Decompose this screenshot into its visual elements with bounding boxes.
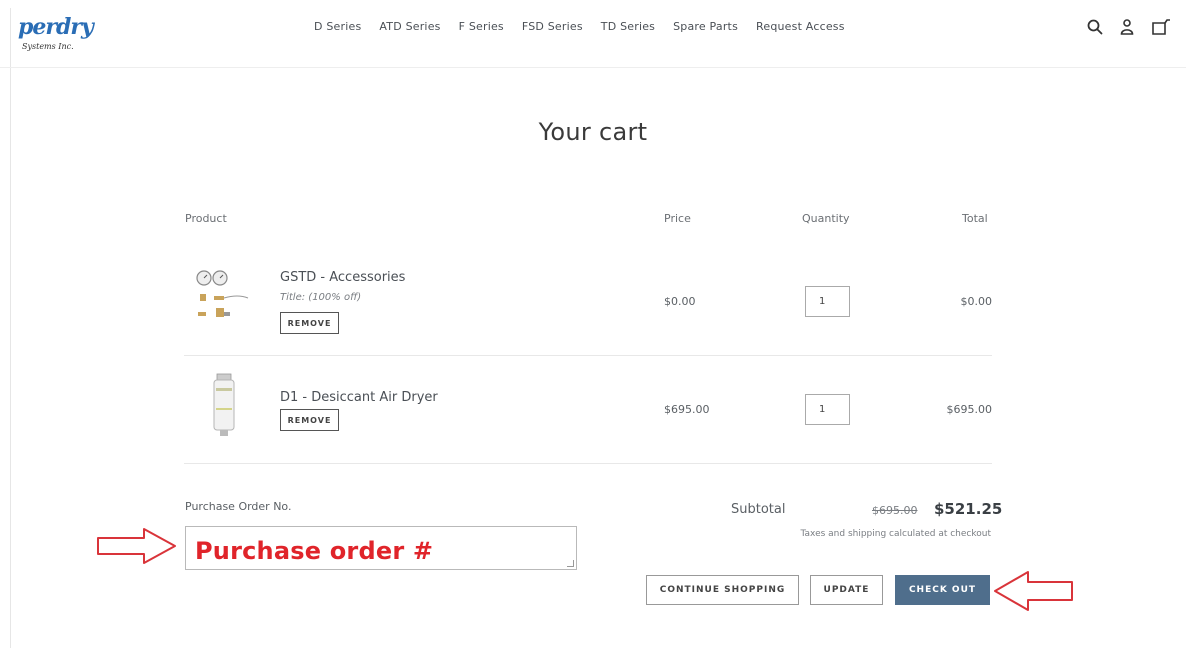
header-icons: [1086, 18, 1172, 36]
continue-shopping-button[interactable]: CONTINUE SHOPPING: [646, 575, 799, 605]
subtotal-label: Subtotal: [731, 502, 786, 517]
site-header: perdry Systems Inc. D Series ATD Series …: [0, 0, 1186, 68]
purchase-order-label: Purchase Order No.: [185, 500, 292, 513]
page-title: Your cart: [538, 118, 648, 146]
nav-item-d-series[interactable]: D Series: [314, 20, 361, 33]
cart-row: D1 - Desiccant Air Dryer REMOVE $695.00 …: [184, 356, 992, 464]
main-nav: D Series ATD Series F Series FSD Series …: [314, 20, 845, 33]
cart-icon[interactable]: [1150, 18, 1172, 36]
nav-item-f-series[interactable]: F Series: [459, 20, 504, 33]
quantity-input[interactable]: 1: [805, 394, 850, 425]
update-button[interactable]: UPDATE: [810, 575, 883, 605]
annotation-arrow-left-icon: [994, 571, 1073, 611]
product-name[interactable]: GSTD - Accessories: [280, 270, 405, 285]
column-header-price: Price: [664, 212, 691, 225]
annotation-arrow-right-icon: [97, 528, 176, 564]
product-variant: Title: (100% off): [280, 292, 362, 303]
nav-item-atd-series[interactable]: ATD Series: [379, 20, 440, 33]
nav-item-request-access[interactable]: Request Access: [756, 20, 845, 33]
cart-row: GSTD - Accessories Title: (100% off) REM…: [184, 250, 992, 356]
column-header-total: Total: [962, 212, 988, 225]
product-name[interactable]: D1 - Desiccant Air Dryer: [280, 390, 438, 405]
logo-wordmark: perdry: [18, 14, 94, 40]
tax-note: Taxes and shipping calculated at checkou…: [800, 529, 992, 539]
remove-button[interactable]: REMOVE: [280, 312, 339, 334]
quantity-input[interactable]: 1: [805, 286, 850, 317]
original-price: $695.00: [872, 504, 918, 517]
search-icon[interactable]: [1086, 18, 1104, 36]
site-logo[interactable]: perdry Systems Inc.: [18, 14, 94, 58]
resize-grip-icon[interactable]: [567, 560, 574, 567]
product-image-accessories[interactable]: [190, 268, 252, 330]
nav-item-spare-parts[interactable]: Spare Parts: [673, 20, 738, 33]
purchase-order-input[interactable]: Purchase order #: [185, 526, 577, 570]
subtotal-price: $521.25: [934, 500, 1003, 518]
remove-button[interactable]: REMOVE: [280, 409, 339, 431]
checkout-button[interactable]: CHECK OUT: [895, 575, 990, 605]
item-total: $0.00: [960, 295, 993, 308]
account-icon[interactable]: [1118, 18, 1136, 36]
item-total: $695.00: [946, 403, 993, 416]
column-header-quantity: Quantity: [802, 212, 850, 225]
item-price: $695.00: [664, 403, 710, 416]
logo-subtext: Systems Inc.: [22, 42, 74, 51]
product-image-air-dryer[interactable]: [190, 372, 252, 436]
purchase-order-value: Purchase order #: [195, 537, 434, 565]
nav-item-td-series[interactable]: TD Series: [601, 20, 655, 33]
item-price: $0.00: [664, 295, 696, 308]
column-header-product: Product: [185, 212, 227, 225]
nav-item-fsd-series[interactable]: FSD Series: [522, 20, 583, 33]
